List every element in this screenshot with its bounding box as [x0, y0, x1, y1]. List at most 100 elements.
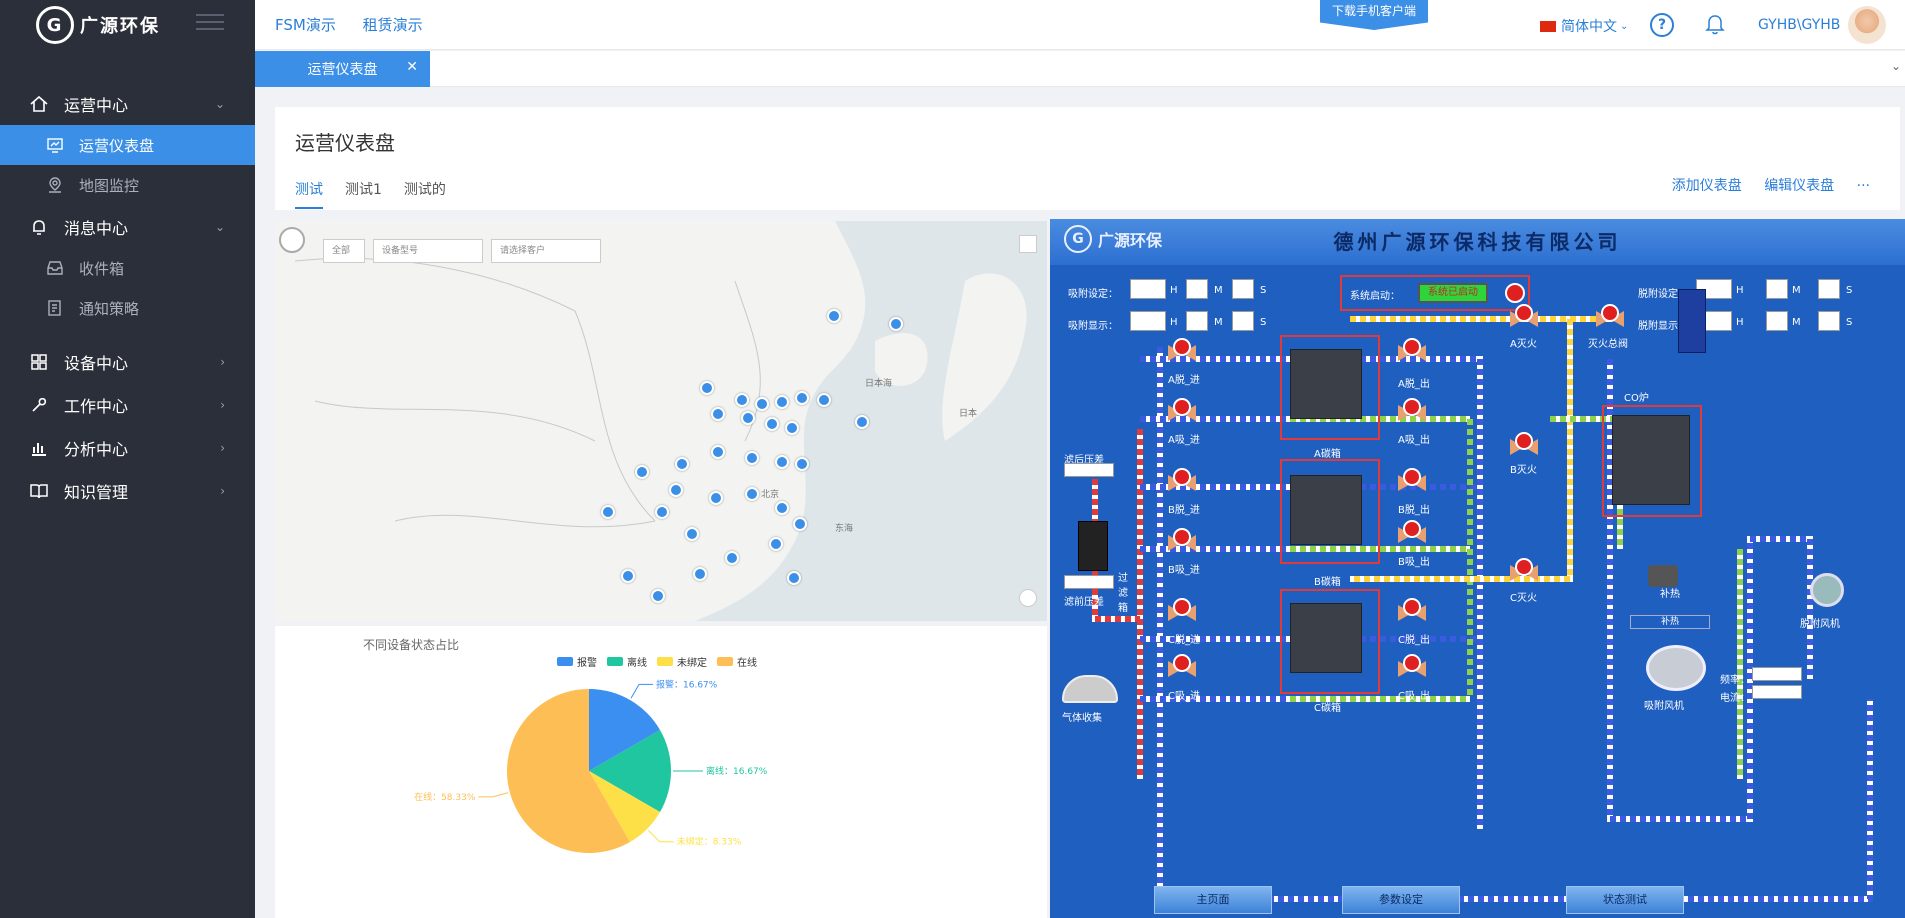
map-marker[interactable] [775, 501, 789, 515]
map-marker[interactable] [669, 483, 683, 497]
tank-b-machine[interactable] [1290, 475, 1362, 545]
valve-icon[interactable] [1168, 337, 1196, 365]
close-icon[interactable]: ✕ [406, 59, 418, 75]
sidebar-item-knowledge[interactable]: 知识管理 › [0, 469, 255, 512]
map-marker[interactable] [635, 465, 649, 479]
valve-icon[interactable] [1168, 397, 1196, 425]
tab-test1[interactable]: 测试1 [345, 179, 382, 209]
map-marker[interactable] [855, 415, 869, 429]
tank-c-machine[interactable] [1290, 603, 1362, 673]
map-filter-model[interactable]: 设备型号 [373, 239, 483, 263]
valve-icon[interactable] [1168, 653, 1196, 681]
valve-icon[interactable] [1168, 597, 1196, 625]
map-marker[interactable] [711, 407, 725, 421]
sidebar-item-work[interactable]: 工作中心 › [0, 383, 255, 426]
help-icon[interactable]: ? [1650, 13, 1674, 37]
map-marker[interactable] [787, 571, 801, 585]
sidebar-item-devices[interactable]: 设备中心 › [0, 340, 255, 383]
language-select[interactable]: 简体中文 ⌄ [1540, 16, 1628, 36]
map-marker[interactable] [765, 417, 779, 431]
tank-a-machine[interactable] [1290, 349, 1362, 419]
valve-icon[interactable] [1398, 397, 1426, 425]
download-app-button[interactable]: 下载手机客户端 [1320, 0, 1428, 30]
user-name[interactable]: GYHB\GYHB [1758, 17, 1840, 33]
map-marker[interactable] [745, 487, 759, 501]
map-marker[interactable] [735, 393, 749, 407]
map-filter-customer[interactable]: 请选择客户 [491, 239, 601, 263]
desorb-set-s-input[interactable] [1818, 279, 1840, 299]
map-marker[interactable] [693, 567, 707, 581]
map-marker[interactable] [775, 395, 789, 409]
sidebar-item-analysis[interactable]: 分析中心 › [0, 426, 255, 469]
map-marker[interactable] [785, 421, 799, 435]
chevron-down-icon[interactable]: ⌄ [1891, 59, 1901, 73]
valve-icon[interactable] [1510, 431, 1538, 459]
map-filter-all[interactable]: 全部 [323, 239, 365, 263]
desorb-set-m-input[interactable] [1766, 279, 1788, 299]
valve-icon[interactable] [1398, 467, 1426, 495]
top-nav-fsm[interactable]: FSM演示 [275, 16, 336, 34]
map-marker[interactable] [775, 455, 789, 469]
hamburger-icon[interactable] [196, 14, 224, 34]
map-marker[interactable] [655, 505, 669, 519]
map-marker[interactable] [745, 451, 759, 465]
map-marker[interactable] [817, 393, 831, 407]
map-marker[interactable] [795, 457, 809, 471]
status-test-button[interactable]: 状态测试 [1566, 886, 1684, 914]
fire-cabinet[interactable] [1678, 289, 1706, 353]
valve-icon[interactable] [1398, 519, 1426, 547]
valve-icon[interactable] [1398, 653, 1426, 681]
system-start-button[interactable] [1505, 283, 1525, 303]
more-button[interactable]: ··· [1857, 178, 1870, 194]
filter-box-machine[interactable] [1078, 521, 1108, 571]
map-marker[interactable] [621, 569, 635, 583]
valve-icon[interactable] [1398, 597, 1426, 625]
tab-dashboard[interactable]: 运营仪表盘 ✕ [255, 51, 430, 87]
desorb-fan-icon[interactable] [1810, 573, 1844, 607]
valve-icon[interactable] [1168, 467, 1196, 495]
valve-icon[interactable] [1596, 303, 1624, 331]
map-marker[interactable] [889, 317, 903, 331]
map-marker[interactable] [601, 505, 615, 519]
adsorb-set-s-input[interactable] [1232, 279, 1254, 299]
adsorb-fan-icon[interactable] [1646, 645, 1706, 691]
sidebar-item-messages[interactable]: 消息中心 ⌄ [0, 205, 255, 248]
map-marker[interactable] [711, 445, 725, 459]
map-marker[interactable] [725, 551, 739, 565]
map-widget[interactable]: 全部 设备型号 请选择客户 北京 日本海 日本 东海 [275, 221, 1047, 621]
map-pan-control[interactable] [279, 227, 305, 253]
map-marker[interactable] [741, 411, 755, 425]
valve-icon[interactable] [1398, 337, 1426, 365]
locate-icon[interactable] [1019, 589, 1037, 607]
map-marker[interactable] [675, 457, 689, 471]
param-setting-button[interactable]: 参数设定 [1342, 886, 1460, 914]
notification-bell-icon[interactable] [1705, 13, 1725, 39]
sidebar-item-operations[interactable]: 运营中心 ⌄ [0, 82, 255, 125]
map-marker[interactable] [769, 537, 783, 551]
heater-icon[interactable] [1648, 565, 1678, 587]
map-marker[interactable] [685, 527, 699, 541]
sidebar-item-map-monitor[interactable]: 地图监控 [0, 165, 255, 205]
valve-icon[interactable] [1168, 527, 1196, 555]
sidebar-item-inbox[interactable]: 收件箱 [0, 248, 255, 288]
system-state-indicator[interactable]: 系统已启动 [1418, 283, 1488, 303]
map-marker[interactable] [755, 397, 769, 411]
sidebar-item-dashboard[interactable]: 运营仪表盘 [0, 125, 255, 165]
sidebar-item-notify-policy[interactable]: 通知策略 [0, 288, 255, 328]
map-marker[interactable] [795, 391, 809, 405]
map-marker[interactable] [700, 381, 714, 395]
map-marker[interactable] [827, 309, 841, 323]
map-marker[interactable] [709, 491, 723, 505]
top-nav-lease[interactable]: 租赁演示 [363, 16, 423, 34]
tab-test[interactable]: 测试 [295, 179, 323, 209]
adsorb-set-h-input[interactable] [1130, 279, 1166, 299]
avatar[interactable] [1848, 6, 1886, 44]
co-furnace-machine[interactable] [1612, 415, 1690, 505]
fullscreen-icon[interactable] [1019, 235, 1037, 253]
main-page-button[interactable]: 主页面 [1154, 886, 1272, 914]
edit-dashboard-button[interactable]: 编辑仪表盘 [1764, 178, 1834, 194]
adsorb-set-m-input[interactable] [1186, 279, 1208, 299]
valve-icon[interactable] [1510, 557, 1538, 585]
add-dashboard-button[interactable]: 添加仪表盘 [1672, 178, 1742, 194]
map-marker[interactable] [651, 589, 665, 603]
